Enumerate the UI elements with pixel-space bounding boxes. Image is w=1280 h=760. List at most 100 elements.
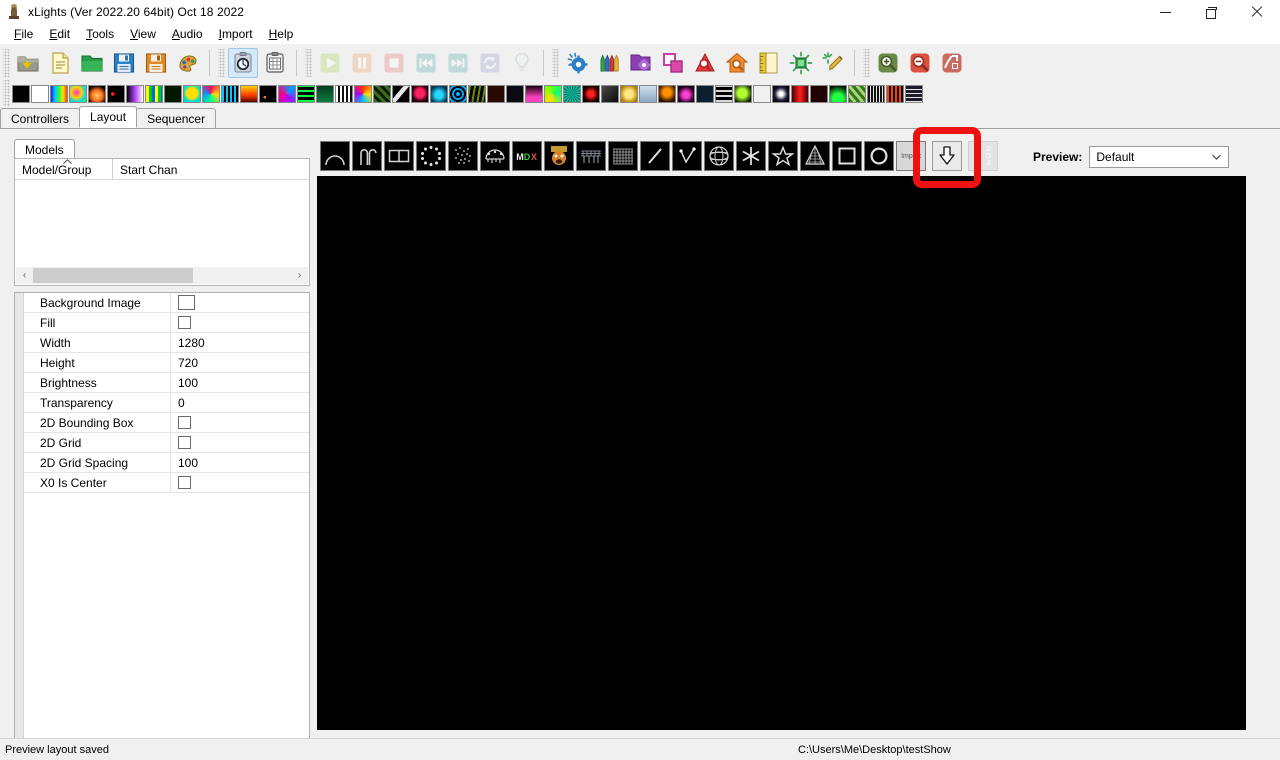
- column-header-start-chan[interactable]: Start Chan: [113, 159, 309, 180]
- property-checkbox[interactable]: [171, 473, 309, 493]
- effect-sparkle-icon[interactable]: [786, 48, 816, 78]
- close-button[interactable]: [1234, 0, 1280, 24]
- effect-piano-icon[interactable]: [335, 85, 353, 103]
- magic-wand-icon[interactable]: [818, 48, 848, 78]
- menu-edit[interactable]: Edit: [41, 25, 78, 43]
- menu-tools[interactable]: Tools: [78, 25, 122, 43]
- property-row[interactable]: Background Image: [24, 292, 309, 313]
- effect-lightning-icon[interactable]: [392, 85, 410, 103]
- toolbar-grip[interactable]: [552, 48, 559, 77]
- effect-snowstorm-icon[interactable]: [677, 85, 695, 103]
- model-import-button[interactable]: Import: [896, 141, 926, 171]
- tab-controllers[interactable]: Controllers: [0, 108, 81, 128]
- models-list[interactable]: Model/Group Start Chan ‹ ›: [14, 158, 310, 286]
- property-value[interactable]: 1280: [171, 333, 309, 353]
- model-cube-button[interactable]: [384, 141, 414, 171]
- toolbar-grip[interactable]: [218, 48, 225, 77]
- model-matrix-button[interactable]: [576, 141, 606, 171]
- model-line-button[interactable]: [640, 141, 670, 171]
- effect-strobe-icon[interactable]: [753, 85, 771, 103]
- effect-vu-meter-icon[interactable]: [221, 85, 239, 103]
- effect-video-icon[interactable]: [848, 85, 866, 103]
- duplicate-model-icon[interactable]: [626, 48, 656, 78]
- maximize-restore-button[interactable]: [1188, 0, 1234, 24]
- effect-shader-icon[interactable]: [582, 85, 600, 103]
- effect-twinkle-icon[interactable]: [829, 85, 847, 103]
- column-header-model-group[interactable]: Model/Group: [15, 159, 113, 180]
- effect-morph-icon[interactable]: [468, 85, 486, 103]
- checkbox[interactable]: [178, 416, 191, 429]
- effect-galaxy-icon[interactable]: [278, 85, 296, 103]
- download-model-button[interactable]: [932, 141, 962, 171]
- effect-off-icon[interactable]: [12, 85, 30, 103]
- model-wreath-button[interactable]: [864, 141, 894, 171]
- checkbox[interactable]: [178, 316, 191, 329]
- scroll-right-arrow-icon[interactable]: ›: [291, 267, 308, 284]
- play-icon[interactable]: [315, 48, 345, 78]
- checkbox[interactable]: [178, 295, 195, 310]
- models-list-hscrollbar[interactable]: ‹ ›: [16, 267, 308, 284]
- effect-butterfly-icon[interactable]: [69, 85, 87, 103]
- property-row[interactable]: Transparency 0: [24, 392, 309, 413]
- menu-audio[interactable]: Audio: [164, 25, 211, 43]
- property-value[interactable]: 100: [171, 373, 309, 393]
- pause-icon[interactable]: [347, 48, 377, 78]
- model-tree-button[interactable]: [800, 141, 830, 171]
- toolbar-grip[interactable]: [3, 48, 10, 77]
- effect-liquid-icon[interactable]: [411, 85, 429, 103]
- property-row[interactable]: Fill: [24, 312, 309, 333]
- checkbox[interactable]: [178, 476, 191, 489]
- save-as-icon[interactable]: [141, 48, 171, 78]
- property-value[interactable]: 100: [171, 453, 309, 473]
- effect-meteors-icon[interactable]: [449, 85, 467, 103]
- effect-candle-icon[interactable]: [88, 85, 106, 103]
- scroll-left-arrow-icon[interactable]: ‹: [16, 267, 33, 284]
- zoom-out-icon[interactable]: [905, 48, 935, 78]
- property-checkbox[interactable]: [171, 293, 309, 313]
- overlap-shapes-icon[interactable]: [658, 48, 688, 78]
- effect-text-icon[interactable]: [791, 85, 809, 103]
- effect-dmx-icon[interactable]: [164, 85, 182, 103]
- model-window-frame-button[interactable]: [832, 141, 862, 171]
- effect-pinwheel-icon[interactable]: [525, 85, 543, 103]
- house-search-icon[interactable]: [722, 48, 752, 78]
- replay-icon[interactable]: [475, 48, 505, 78]
- effect-circles-icon[interactable]: [107, 85, 125, 103]
- layout-preview-canvas[interactable]: [317, 176, 1246, 730]
- effect-marquee-icon[interactable]: [430, 85, 448, 103]
- add-object-button[interactable]: A D D O B J: [968, 141, 998, 171]
- model-circle-button[interactable]: [416, 141, 446, 171]
- property-row[interactable]: Width 1280: [24, 332, 309, 353]
- ruler-icon[interactable]: [754, 48, 784, 78]
- effect-kaleidoscope-icon[interactable]: [354, 85, 372, 103]
- effect-life-icon[interactable]: [373, 85, 391, 103]
- scrollbar-thumb[interactable]: [33, 268, 193, 283]
- menu-file[interactable]: File: [6, 25, 41, 43]
- effect-curtain-icon[interactable]: [145, 85, 163, 103]
- effects-ribbon-grip[interactable]: [3, 80, 10, 108]
- property-value[interactable]: 720: [171, 353, 309, 373]
- property-row[interactable]: X0 Is Center: [24, 472, 309, 493]
- zoom-fit-icon[interactable]: [937, 48, 967, 78]
- toolbar-grip[interactable]: [863, 48, 870, 77]
- find-model-icon[interactable]: [690, 48, 720, 78]
- open-show-folder-icon[interactable]: [13, 48, 43, 78]
- new-sequence-icon[interactable]: [45, 48, 75, 78]
- effect-fan-icon[interactable]: [202, 85, 220, 103]
- effect-garlands-icon[interactable]: [297, 85, 315, 103]
- model-candy-cane-button[interactable]: [352, 141, 382, 171]
- save-icon[interactable]: [109, 48, 139, 78]
- checkbox[interactable]: [178, 436, 191, 449]
- model-mesh-button[interactable]: [608, 141, 638, 171]
- render-all-icon[interactable]: [173, 48, 203, 78]
- preview-combobox[interactable]: Default: [1089, 146, 1230, 168]
- fast-forward-icon[interactable]: [443, 48, 473, 78]
- effect-wave-icon[interactable]: [905, 85, 923, 103]
- effect-bars-icon[interactable]: [50, 85, 68, 103]
- model-dmx-button[interactable]: D X M: [512, 141, 542, 171]
- effect-warp-icon[interactable]: [886, 85, 904, 103]
- property-row[interactable]: 2D Grid Spacing 100: [24, 452, 309, 473]
- property-checkbox[interactable]: [171, 413, 309, 433]
- model-spinner-button[interactable]: [736, 141, 766, 171]
- model-custom-button[interactable]: [448, 141, 478, 171]
